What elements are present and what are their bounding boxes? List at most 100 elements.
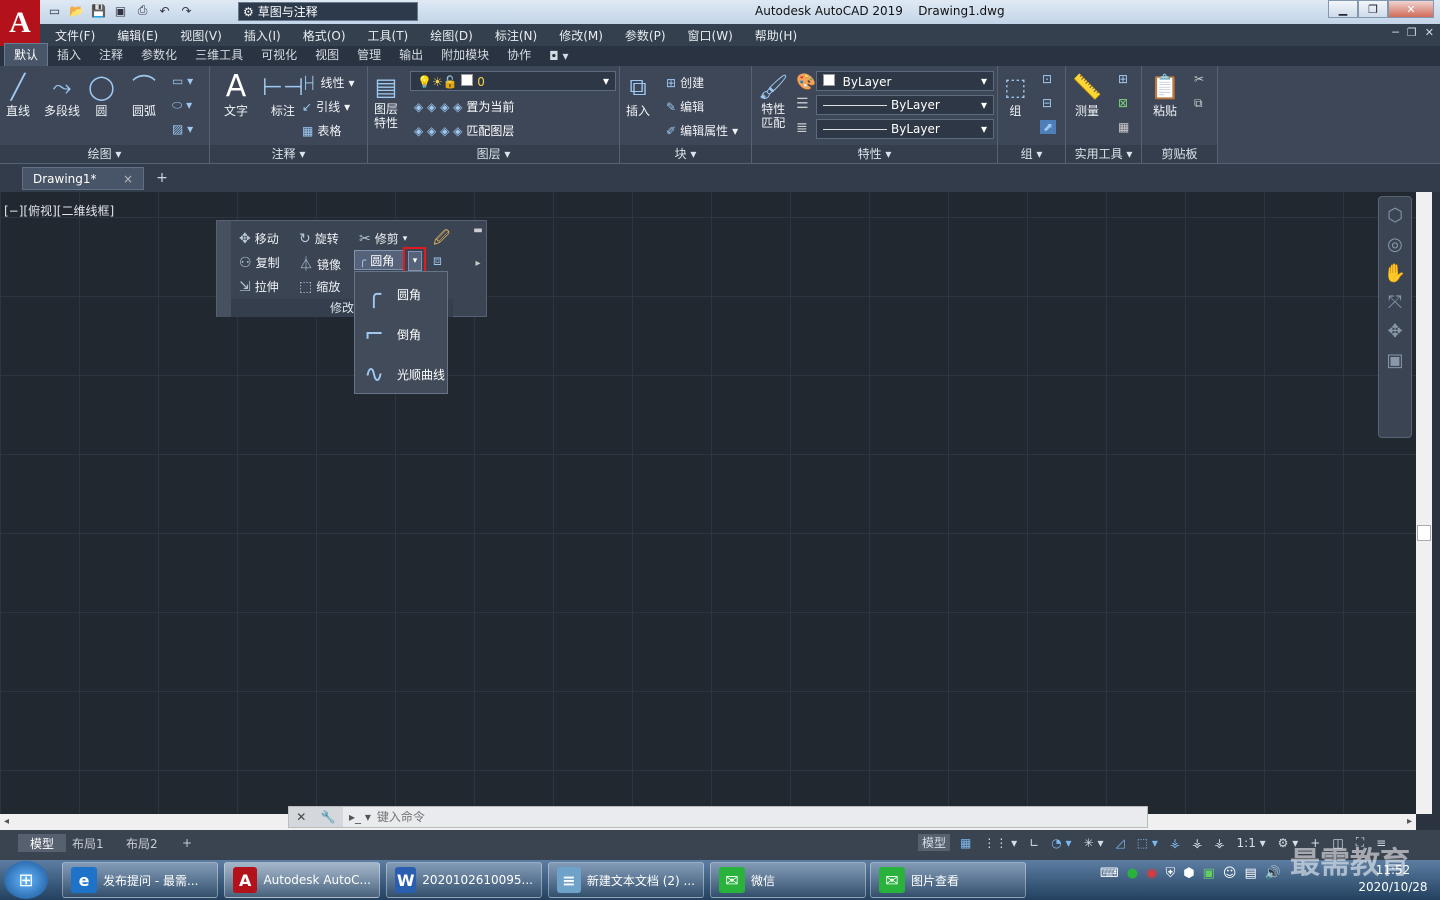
line-tool[interactable]: ╱ 直线: [6, 72, 30, 119]
command-prompt-icon[interactable]: ▸_ ▾: [343, 810, 377, 824]
doc-close-icon[interactable]: ✕: [1425, 26, 1434, 39]
doc-minimize-icon[interactable]: ─: [1392, 26, 1399, 39]
menu-edit[interactable]: 编辑(E): [106, 27, 169, 44]
rotate-tool[interactable]: ↻ 旋转: [299, 230, 339, 247]
ortho-icon[interactable]: ∟: [1027, 836, 1041, 850]
redo-icon[interactable]: ↷: [178, 2, 195, 19]
doc-restore-icon[interactable]: ❐: [1407, 26, 1417, 39]
menu-file[interactable]: 文件(F): [44, 27, 106, 44]
layer-tools-row-1[interactable]: ◈ ◈ ◈ ◈ 置为当前: [414, 98, 514, 115]
menu-parametric[interactable]: 参数(P): [614, 27, 677, 44]
drawing-canvas[interactable]: [0, 192, 1432, 814]
group-tool[interactable]: ⬚ 组: [1004, 72, 1027, 119]
menu-item-fillet[interactable]: ╭ 圆角: [357, 276, 445, 312]
cube-icon[interactable]: ⬢: [1183, 866, 1194, 881]
qq-icon[interactable]: ☺: [1223, 866, 1237, 881]
ungroup-icon[interactable]: ⊡: [1042, 72, 1052, 86]
tab-output[interactable]: 输出: [390, 44, 432, 66]
edit-block-tool[interactable]: ✎ 编辑: [666, 98, 704, 115]
measure-tool[interactable]: 📏 测量: [1072, 72, 1102, 119]
annotation-scale-icon[interactable]: ⚶: [1190, 836, 1204, 850]
panel-layers-title[interactable]: 图层 ▾: [368, 145, 619, 163]
circle-tool[interactable]: ◯ 圆: [88, 72, 115, 119]
save-icon[interactable]: 💾: [90, 2, 107, 19]
group-edit-icon[interactable]: ⊟: [1042, 96, 1052, 110]
tab-parametric[interactable]: 参数化: [132, 44, 186, 66]
color-dropdown[interactable]: ByLayer ▾: [816, 71, 994, 91]
wrench-icon[interactable]: 🔧: [321, 810, 336, 824]
tab-insert[interactable]: 插入: [48, 44, 90, 66]
menu-view[interactable]: 视图(V): [169, 27, 233, 44]
taskbar-item-autocad[interactable]: A Autodesk AutoC...: [224, 862, 380, 898]
minimize-button[interactable]: ▁: [1328, 0, 1358, 18]
taskbar-item-image-viewer[interactable]: ✉ 图片查看: [870, 862, 1026, 898]
layer-dropdown[interactable]: 💡☀🔓 0 ▾: [410, 71, 616, 91]
panel-properties-title[interactable]: 特性 ▾: [752, 145, 997, 163]
add-layout-icon[interactable]: +: [170, 834, 204, 852]
start-button[interactable]: ⊞: [4, 861, 48, 899]
edit-attributes-tool[interactable]: ✐ 编辑属性 ▾: [666, 122, 738, 139]
scale-tool[interactable]: ⬚ 缩放: [299, 278, 340, 295]
menu-format[interactable]: 格式(O): [292, 27, 357, 44]
ellipse-tool[interactable]: ⬭ ▾: [172, 98, 192, 113]
polyline-tool[interactable]: ⤳ 多段线: [44, 72, 80, 119]
tab-view[interactable]: 视图: [306, 44, 348, 66]
dimension-tool[interactable]: ⊢⊣ 标注: [262, 72, 304, 119]
viewport-controls-label[interactable]: [−][俯视][二维线框]: [4, 202, 114, 219]
panel-block-title[interactable]: 块 ▾: [620, 145, 751, 163]
panel-draw-title[interactable]: 绘图 ▾: [0, 145, 209, 163]
copy-clip-icon[interactable]: ⧉: [1194, 96, 1203, 111]
tab-layout1[interactable]: 布局1: [60, 834, 116, 852]
mirror-tool[interactable]: ⏃ 镜像: [299, 254, 341, 274]
lineweight-icon[interactable]: ≣: [796, 120, 808, 136]
panel-annotation-title[interactable]: 注释 ▾: [210, 145, 367, 163]
file-tab-drawing1[interactable]: Drawing1* ×: [22, 167, 144, 190]
network-icon[interactable]: ▤: [1244, 866, 1256, 881]
copy-tool[interactable]: ⚇ 复制: [239, 254, 280, 271]
menu-help[interactable]: 帮助(H): [744, 27, 808, 44]
keyboard-icon[interactable]: ⌨: [1100, 866, 1119, 881]
annotation-autoscale-icon[interactable]: ⚶: [1212, 836, 1226, 850]
hatch-tool[interactable]: ▨ ▾: [172, 122, 193, 136]
arc-tool[interactable]: ⌒ 圆弧: [132, 72, 156, 119]
insert-block-tool[interactable]: ⧉ 插入: [626, 72, 650, 119]
osnap-icon[interactable]: ✳ ▾: [1082, 836, 1106, 850]
close-button[interactable]: ✕: [1388, 0, 1434, 18]
scroll-right-icon[interactable]: ▸: [1407, 816, 1412, 827]
group-select-icon[interactable]: ⬈: [1040, 120, 1057, 134]
snap-icon[interactable]: ⋮⋮ ▾: [981, 836, 1019, 850]
stretch-tool[interactable]: ⇲ 拉伸: [239, 278, 279, 295]
taskbar-item-wechat[interactable]: ✉ 微信: [710, 862, 866, 898]
leader-tool[interactable]: ↙ 引线 ▾: [302, 98, 350, 115]
scale-dropdown[interactable]: 1:1 ▾: [1235, 836, 1268, 850]
close-tab-icon[interactable]: ×: [123, 172, 133, 186]
command-input[interactable]: [376, 810, 1147, 824]
panel-groups-title[interactable]: 组 ▾: [998, 145, 1065, 163]
menu-tools[interactable]: 工具(T): [357, 27, 420, 44]
maximize-button[interactable]: ❐: [1358, 0, 1388, 18]
menu-insert[interactable]: 插入(I): [233, 27, 292, 44]
tab-annotate[interactable]: 注释: [90, 44, 132, 66]
layer-tools-row-2[interactable]: ◈ ◈ ◈ ◈ 匹配图层: [414, 122, 514, 139]
transparency-icon[interactable]: ⬚ ▾: [1135, 836, 1160, 850]
menu-window[interactable]: 窗口(W): [677, 27, 744, 44]
tab-collaborate[interactable]: 协作: [498, 44, 540, 66]
create-block-tool[interactable]: ⊞ 创建: [666, 74, 704, 91]
taskbar-item-document[interactable]: W 2020102610095...: [386, 862, 542, 898]
cut-icon[interactable]: ✂: [1194, 72, 1204, 86]
wechat-tray-icon[interactable]: ●: [1127, 866, 1138, 881]
scroll-thumb[interactable]: [1417, 525, 1431, 541]
menu-draw[interactable]: 绘图(D): [419, 27, 484, 44]
volume-icon[interactable]: 🔊: [1265, 866, 1281, 881]
tab-model[interactable]: 模型: [18, 834, 67, 852]
taskbar-item-notepad[interactable]: ≡ 新建文本文档 (2) ...: [548, 862, 704, 898]
linetype-icon[interactable]: ☰: [796, 96, 809, 112]
rectangle-tool[interactable]: ▭ ▾: [172, 74, 193, 88]
text-tool[interactable]: A 文字: [224, 72, 248, 119]
match-properties-tool[interactable]: 🖌 特性 匹配: [758, 72, 788, 130]
trim-tool[interactable]: ✂ 修剪 ▾: [359, 230, 407, 247]
new-file-icon[interactable]: ▭: [46, 2, 63, 19]
open-file-icon[interactable]: 📂: [68, 2, 85, 19]
save-as-icon[interactable]: ▣: [112, 2, 129, 19]
move-tool[interactable]: ✥ 移动: [239, 230, 279, 247]
